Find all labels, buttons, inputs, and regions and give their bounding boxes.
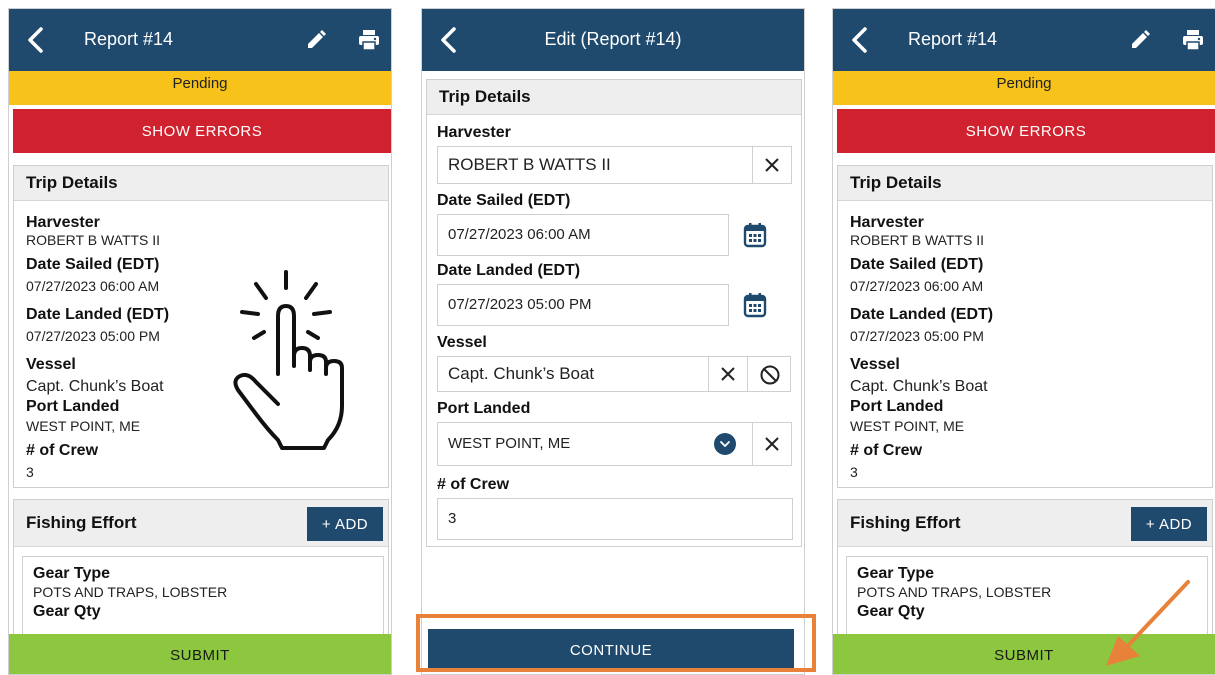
crew-value: 3 bbox=[850, 464, 858, 480]
gear-qty-label: Gear Qty bbox=[857, 603, 925, 620]
port-landed-label: Port Landed bbox=[26, 398, 120, 415]
date-landed-label: Date Landed (EDT) bbox=[850, 306, 994, 323]
gear-type-value: POTS AND TRAPS, LOBSTER bbox=[857, 584, 1052, 600]
block-icon bbox=[760, 365, 780, 385]
app-header: Report #14 bbox=[833, 9, 1215, 71]
back-arrow-icon[interactable] bbox=[847, 26, 873, 54]
harvester-label: Harvester bbox=[26, 214, 100, 231]
edit-screen: Edit (Report #14) Trip Details Harvester… bbox=[421, 8, 805, 675]
add-effort-button[interactable]: + ADD bbox=[307, 507, 383, 541]
vessel-value: Capt. Chunk’s Boat bbox=[850, 378, 988, 395]
pencil-icon[interactable] bbox=[305, 29, 327, 51]
date-landed-value: 07/27/2023 05:00 PM bbox=[850, 328, 984, 344]
calendar-icon[interactable] bbox=[743, 222, 767, 248]
vessel-value: Capt. Chunk’s Boat bbox=[26, 378, 164, 395]
vessel-block-button[interactable] bbox=[747, 356, 791, 392]
vessel-label: Vessel bbox=[26, 356, 76, 373]
app-header: Report #14 bbox=[9, 9, 391, 71]
page-title: Edit (Report #14) bbox=[544, 29, 682, 49]
submit-button[interactable]: SUBMIT bbox=[9, 634, 391, 674]
trip-details-heading: Trip Details bbox=[427, 80, 801, 115]
harvester-value: ROBERT B WATTS II bbox=[850, 232, 985, 248]
show-errors-button[interactable]: SHOW ERRORS bbox=[13, 109, 391, 153]
date-landed-label: Date Landed (EDT) bbox=[26, 306, 170, 323]
gear-type-label: Gear Type bbox=[33, 565, 111, 582]
report-screen-right: Report #14 Pending SHOW ERRORS Trip Deta… bbox=[832, 8, 1215, 675]
pointer-arrow-icon bbox=[1106, 580, 1190, 666]
crew-value: 3 bbox=[26, 464, 34, 480]
harvester-label: Harvester bbox=[850, 214, 924, 231]
date-sailed-label: Date Sailed (EDT) bbox=[26, 256, 160, 273]
printer-icon[interactable] bbox=[1181, 28, 1205, 52]
dropdown-icon[interactable] bbox=[714, 433, 736, 455]
show-errors-button[interactable]: SHOW ERRORS bbox=[837, 109, 1215, 153]
date-sailed-label: Date Sailed (EDT) bbox=[437, 192, 571, 209]
edit-trip-details-card: Trip Details Harvester ROBERT B WATTS II… bbox=[426, 79, 802, 547]
back-arrow-icon[interactable] bbox=[23, 26, 49, 54]
port-landed-value: WEST POINT, ME bbox=[26, 418, 141, 434]
gear-type-label: Gear Type bbox=[857, 565, 935, 582]
gear-item[interactable]: Gear Type POTS AND TRAPS, LOBSTER Gear Q… bbox=[22, 556, 384, 646]
crew-label: # of Crew bbox=[437, 476, 510, 493]
app-header: Edit (Report #14) bbox=[422, 9, 804, 71]
add-effort-button[interactable]: + ADD bbox=[1131, 507, 1207, 541]
port-landed-clear-button[interactable] bbox=[752, 422, 792, 466]
port-landed-value: WEST POINT, ME bbox=[850, 418, 965, 434]
port-landed-label: Port Landed bbox=[850, 398, 944, 415]
calendar-icon[interactable] bbox=[743, 292, 767, 318]
close-icon bbox=[721, 367, 735, 381]
crew-field[interactable]: 3 bbox=[437, 498, 793, 540]
continue-highlight-box bbox=[416, 614, 816, 672]
date-landed-field[interactable]: 07/27/2023 05:00 PM bbox=[437, 284, 729, 326]
close-icon bbox=[765, 437, 779, 451]
date-landed-label: Date Landed (EDT) bbox=[437, 262, 581, 279]
date-sailed-label: Date Sailed (EDT) bbox=[850, 256, 984, 273]
date-sailed-field[interactable]: 07/27/2023 06:00 AM bbox=[437, 214, 729, 256]
crew-label: # of Crew bbox=[26, 442, 99, 459]
date-sailed-value: 07/27/2023 06:00 AM bbox=[26, 278, 160, 294]
harvester-clear-button[interactable] bbox=[752, 146, 792, 184]
close-icon bbox=[765, 158, 779, 172]
status-badge: Pending bbox=[833, 71, 1215, 105]
tap-hand-icon bbox=[233, 270, 344, 450]
port-landed-label: Port Landed bbox=[437, 400, 531, 417]
date-sailed-value: 07/27/2023 06:00 AM bbox=[850, 278, 984, 294]
trip-details-card: Trip Details Harvester ROBERT B WATTS II… bbox=[837, 165, 1213, 488]
crew-label: # of Crew bbox=[850, 442, 923, 459]
fishing-effort-card: Fishing Effort + ADD Gear Type POTS AND … bbox=[13, 499, 389, 649]
page-title: Report #14 bbox=[908, 29, 998, 49]
harvester-value: ROBERT B WATTS II bbox=[26, 232, 161, 248]
pencil-icon[interactable] bbox=[1129, 29, 1151, 51]
date-landed-value: 07/27/2023 05:00 PM bbox=[26, 328, 160, 344]
gear-type-value: POTS AND TRAPS, LOBSTER bbox=[33, 584, 228, 600]
harvester-field[interactable]: ROBERT B WATTS II bbox=[437, 146, 753, 184]
vessel-label: Vessel bbox=[850, 356, 900, 373]
vessel-field[interactable]: Capt. Chunk’s Boat bbox=[437, 356, 709, 392]
vessel-clear-button[interactable] bbox=[708, 356, 748, 392]
status-badge: Pending bbox=[9, 71, 391, 105]
printer-icon[interactable] bbox=[357, 28, 381, 52]
trip-details-heading: Trip Details bbox=[14, 166, 388, 201]
port-landed-select[interactable]: WEST POINT, ME bbox=[437, 422, 753, 466]
page-title: Report #14 bbox=[84, 29, 174, 49]
trip-details-heading: Trip Details bbox=[838, 166, 1212, 201]
harvester-label: Harvester bbox=[437, 124, 511, 141]
gear-qty-label: Gear Qty bbox=[33, 603, 101, 620]
vessel-label: Vessel bbox=[437, 334, 487, 351]
